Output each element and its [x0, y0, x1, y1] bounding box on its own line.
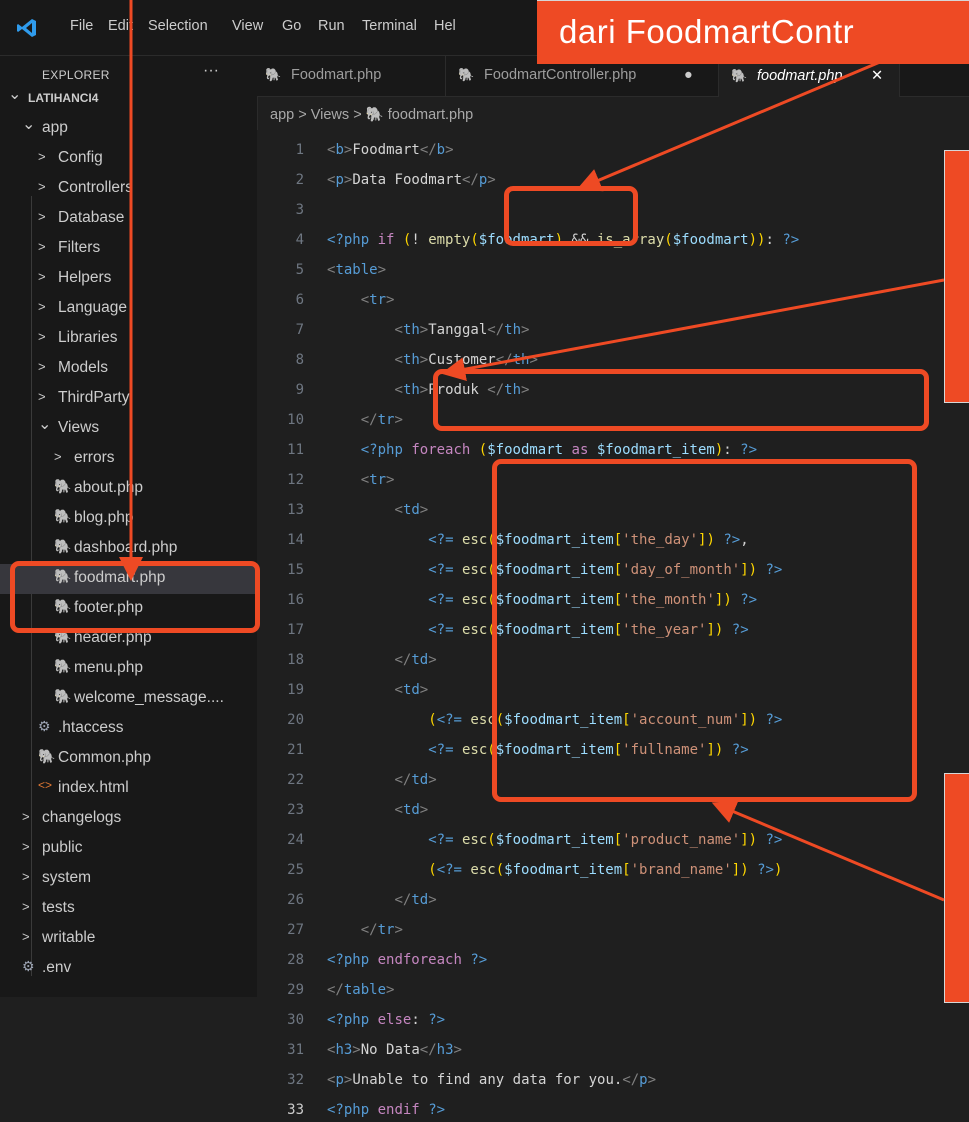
- arrow-to-foreach: [441, 278, 945, 382]
- code-text: <?php else: ?>: [327, 1012, 446, 1028]
- line-number: 30: [287, 1012, 304, 1028]
- code-line[interactable]: 31 <h3>No Data</h3>: [257, 1038, 969, 1062]
- code-line[interactable]: 33 <?php endif ?>: [257, 1098, 969, 1122]
- code-text: <h3>No Data</h3>: [327, 1042, 462, 1058]
- annotation-arrows: [119, 0, 945, 902]
- arrow-to-esc-output: [711, 800, 945, 902]
- code-line[interactable]: 32 <p>Unable to find any data for you.</p…: [257, 1068, 969, 1092]
- callout-text: dari FoodmartContr: [559, 13, 855, 50]
- code-text: <p>Unable to find any data for you.</p>: [327, 1072, 657, 1088]
- callout-text-box: dari FoodmartContr: [537, 0, 969, 64]
- arrow-to-foodmart-variable: [576, 60, 881, 192]
- code-text: <?php endif ?>: [327, 1102, 446, 1118]
- code-line[interactable]: 30 <?php else: ?>: [257, 1008, 969, 1032]
- line-number: 31: [287, 1042, 304, 1058]
- line-number: 33: [287, 1102, 304, 1118]
- line-number: 32: [287, 1072, 304, 1088]
